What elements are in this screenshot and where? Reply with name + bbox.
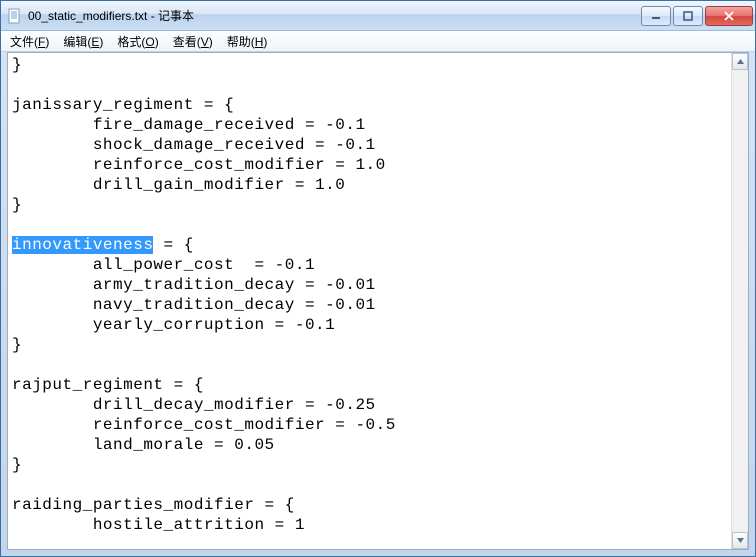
menu-edit[interactable]: 编辑(E) [56, 31, 110, 52]
window-controls [641, 6, 753, 26]
notepad-window: 00_static_modifiers.txt - 记事本 文件(F) 编辑(E… [0, 0, 756, 557]
client-area: } janissary_regiment = { fire_damage_rec… [7, 52, 749, 550]
text-editor[interactable]: } janissary_regiment = { fire_damage_rec… [8, 53, 731, 549]
text-selection: innovativeness [12, 236, 153, 254]
scroll-down-button[interactable] [732, 532, 748, 549]
menu-view[interactable]: 查看(V) [166, 31, 220, 52]
close-button[interactable] [705, 6, 753, 26]
text-after: = { all_power_cost = -0.1 army_tradition… [12, 236, 396, 534]
window-title: 00_static_modifiers.txt - 记事本 [28, 7, 641, 24]
menu-file[interactable]: 文件(F) [3, 31, 56, 52]
vertical-scrollbar[interactable] [731, 53, 748, 549]
scroll-up-button[interactable] [732, 53, 748, 70]
maximize-button[interactable] [673, 6, 703, 26]
scroll-track[interactable] [732, 70, 748, 532]
titlebar[interactable]: 00_static_modifiers.txt - 记事本 [1, 1, 755, 31]
menu-help[interactable]: 帮助(H) [220, 31, 275, 52]
app-icon [7, 8, 23, 24]
menu-format[interactable]: 格式(O) [110, 31, 165, 52]
minimize-button[interactable] [641, 6, 671, 26]
text-before: } janissary_regiment = { fire_damage_rec… [12, 56, 386, 214]
menubar: 文件(F) 编辑(E) 格式(O) 查看(V) 帮助(H) [1, 31, 755, 52]
